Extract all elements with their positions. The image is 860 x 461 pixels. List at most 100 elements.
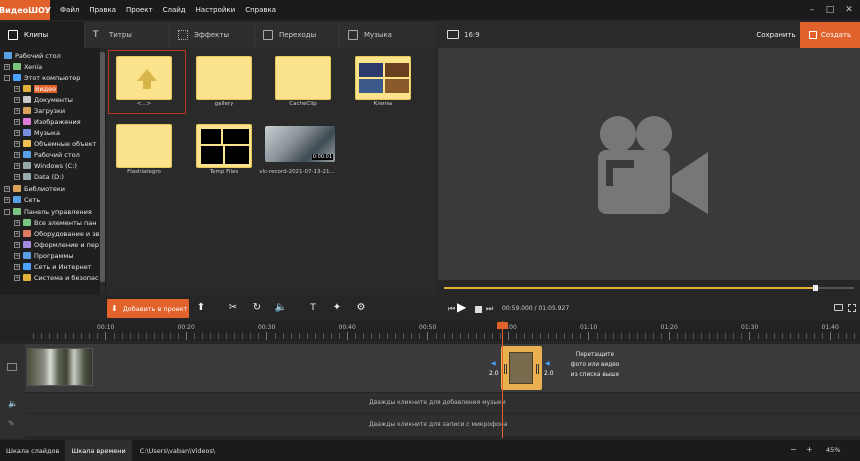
voice-track[interactable]: Дважды кликните для записи с микрофона	[25, 414, 860, 436]
expand-icon[interactable]: +	[14, 230, 20, 237]
tree-item[interactable]: + Объемные объект	[14, 138, 96, 149]
aspect-ratio-label[interactable]: 16:9	[464, 31, 480, 39]
expand-icon[interactable]: +	[14, 96, 20, 103]
playhead-handle[interactable]	[497, 322, 508, 329]
tree-item[interactable]: + Изображения	[14, 116, 81, 127]
close-button[interactable]: ✕	[843, 4, 855, 16]
transition-marker[interactable]: ◀	[491, 360, 496, 367]
tree-item[interactable]: + Библиотеки	[4, 183, 65, 194]
tree-item[interactable]: + Музыка	[14, 127, 60, 138]
create-button[interactable]: Создать	[800, 22, 860, 48]
expand-icon[interactable]: +	[14, 252, 20, 259]
video-track[interactable]: ◀ 2.0 ◀ 2.0 Перетащите фото или видео из…	[25, 344, 860, 392]
expand-icon[interactable]: +	[4, 185, 10, 192]
tree-item[interactable]: + Сеть	[4, 194, 40, 205]
new-slide-slot[interactable]	[501, 346, 542, 390]
minimize-button[interactable]: –	[806, 4, 818, 16]
tab-slide-scale[interactable]: Шкала слайдов	[0, 440, 65, 461]
menu-edit[interactable]: Правка	[89, 6, 116, 14]
expand-icon[interactable]: +	[14, 107, 20, 114]
add-to-project-button[interactable]: ⬇ Добавить в проект	[107, 299, 189, 318]
expand-icon[interactable]: +	[4, 63, 10, 70]
expand-icon[interactable]: +	[14, 151, 20, 158]
menu-help[interactable]: Справка	[245, 6, 276, 14]
settings-icon[interactable]: ⚙	[354, 301, 368, 315]
tree-item[interactable]: + Рабочий стол	[14, 149, 80, 160]
expand-icon[interactable]: +	[14, 241, 20, 248]
tree-item[interactable]: + Все элементы пан	[14, 217, 96, 228]
menu-settings[interactable]: Настройки	[196, 6, 236, 14]
tree-item[interactable]: + Документы	[14, 94, 73, 105]
stop-icon[interactable]	[475, 306, 482, 313]
ruler-tick	[668, 332, 670, 340]
tree-item[interactable]: + Программы	[14, 250, 73, 261]
expand-icon[interactable]: +	[4, 196, 10, 203]
magic-wand-icon[interactable]: ✦	[330, 301, 344, 315]
expand-icon[interactable]: +	[14, 219, 20, 226]
scrub-handle[interactable]	[813, 285, 818, 291]
tree-item[interactable]: + Data (D:)	[14, 171, 64, 182]
timeline-ruler[interactable]: 00:10 00:20 00:30 00:40 00:50 01:00 01:10 01:20…	[0, 321, 860, 341]
file-item[interactable]: Клипы	[345, 50, 411, 110]
menu-project[interactable]: Проект	[126, 6, 153, 14]
ruler-tick	[564, 333, 566, 339]
snapshot-icon[interactable]	[834, 304, 843, 311]
tree-item[interactable]: + Сеть и Интернет	[14, 261, 92, 272]
expand-icon[interactable]: -	[4, 208, 10, 215]
tab-music[interactable]: Музыка	[340, 22, 425, 48]
maximize-button[interactable]: □	[824, 4, 836, 16]
expand-icon[interactable]: +	[14, 263, 20, 270]
tree-item[interactable]: + Система и безопас	[14, 272, 99, 283]
expand-icon[interactable]: +	[14, 129, 20, 136]
tree-item[interactable]: + Оборудование и зв	[14, 228, 99, 239]
file-item[interactable]: gallery	[186, 50, 252, 110]
tree-item[interactable]: - Панель управления	[4, 206, 92, 217]
move-up-icon[interactable]: ⬆	[194, 301, 208, 315]
tab-titles[interactable]: T Титры	[85, 22, 170, 48]
tab-effects[interactable]: Эффекты	[170, 22, 255, 48]
volume-icon[interactable]: 🔈	[274, 301, 288, 315]
tree-item[interactable]: + Xenia	[4, 61, 42, 72]
expand-icon[interactable]: -	[4, 74, 10, 81]
fullscreen-icon[interactable]	[848, 304, 856, 312]
next-icon[interactable]: ⏭	[486, 304, 493, 314]
clip-thumbnail-waterfall[interactable]	[27, 348, 93, 386]
tree-item[interactable]: + Оформление и пер	[14, 239, 99, 250]
file-item[interactable]: Temp Files	[186, 118, 252, 178]
tree-item[interactable]: + Видео	[14, 83, 58, 94]
playhead[interactable]	[502, 321, 503, 438]
file-item[interactable]: Flashlategro	[106, 118, 172, 178]
ruler-tick	[443, 333, 445, 339]
previous-icon[interactable]: ⏮	[448, 304, 455, 314]
expand-icon[interactable]: +	[14, 162, 20, 169]
tab-clips[interactable]: Клипы	[0, 22, 85, 48]
expand-icon[interactable]: +	[14, 274, 20, 281]
monitor-icon[interactable]	[447, 30, 459, 39]
menu-file[interactable]: Файл	[60, 6, 79, 14]
tree-item[interactable]: + Windows (C:)	[14, 160, 77, 171]
expand-icon[interactable]: +	[14, 85, 20, 92]
expand-icon[interactable]: +	[14, 118, 20, 125]
ruler-label: 00:40	[338, 324, 356, 331]
rotate-icon[interactable]: ↻	[250, 301, 264, 315]
zoom-in-icon[interactable]: +	[806, 445, 813, 454]
file-item[interactable]: 0:00:01 vlc-record-2021-07-13-21...	[259, 118, 335, 178]
transition-marker[interactable]: ◀	[545, 360, 550, 367]
file-item[interactable]: CacheClip	[265, 50, 331, 110]
cut-icon[interactable]: ✂	[226, 301, 240, 315]
tree-item[interactable]: - Этот компьютер	[4, 72, 80, 83]
tree-item[interactable]: Рабочий стол	[4, 50, 61, 61]
music-track[interactable]: Дважды кликните для добавления музыки	[25, 393, 860, 413]
tab-timeline-scale[interactable]: Шкала времени	[65, 440, 132, 461]
menu-slide[interactable]: Слайд	[163, 6, 186, 14]
expand-icon[interactable]: +	[14, 140, 20, 147]
tab-transitions[interactable]: Переходы	[255, 22, 340, 48]
save-button[interactable]: Сохранить	[752, 22, 800, 48]
tree-scroll-thumb[interactable]	[100, 52, 105, 282]
play-icon[interactable]: ▶	[457, 300, 466, 314]
file-item[interactable]: <...>	[106, 50, 186, 114]
zoom-out-icon[interactable]: −	[790, 445, 797, 454]
expand-icon[interactable]: +	[14, 173, 20, 180]
tree-item[interactable]: + Загрузки	[14, 105, 65, 116]
text-tool-icon[interactable]: T	[306, 301, 320, 315]
